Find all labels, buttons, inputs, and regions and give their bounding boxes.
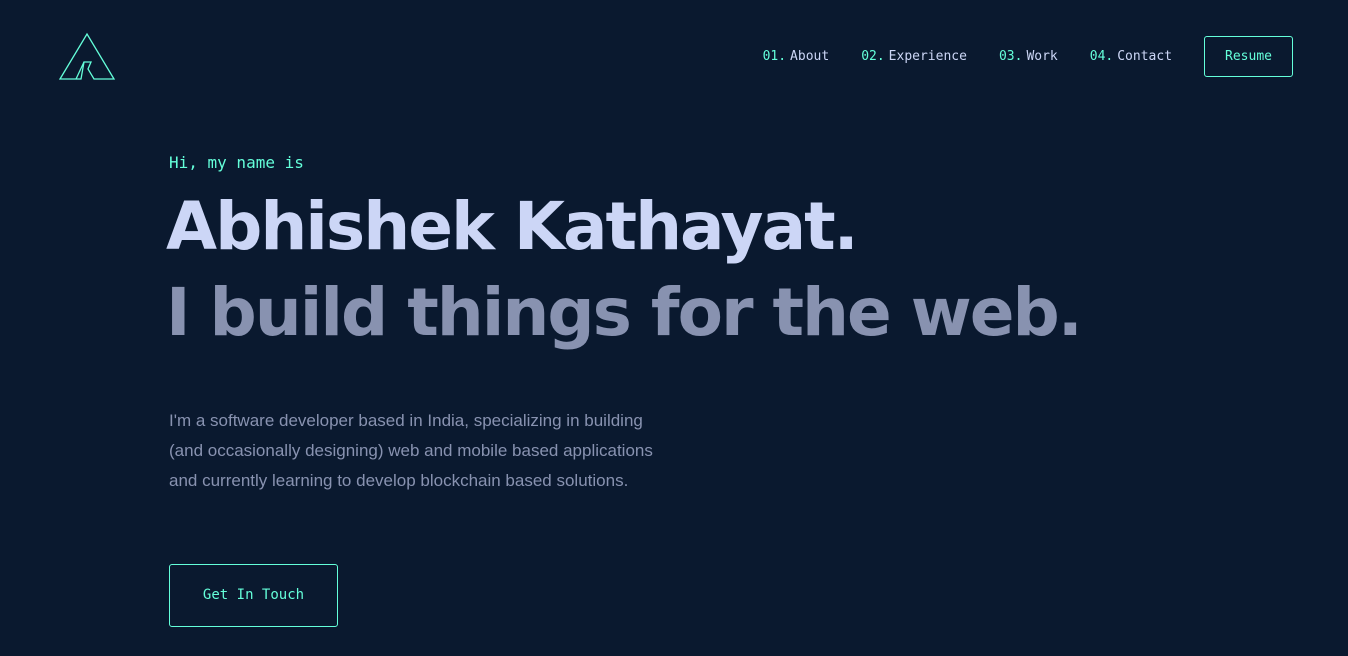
nav-item-work[interactable]: 03. Work	[999, 49, 1058, 64]
hero-bio-line: (and occasionally designing) web and mob…	[169, 441, 653, 460]
a-monogram-logo-icon	[58, 32, 116, 80]
nav-item-contact[interactable]: 04. Contact	[1090, 49, 1172, 64]
nav-item-number: 03.	[998, 49, 1023, 64]
nav-item-experience[interactable]: 02. Experience	[861, 49, 967, 64]
nav-item-number: 04.	[1089, 49, 1114, 64]
hero-bio-line: and currently learning to develop blockc…	[169, 471, 629, 490]
nav-item-label: Contact	[1117, 49, 1173, 64]
get-in-touch-button[interactable]: Get In Touch	[169, 564, 338, 627]
hero-section: Hi, my name is Abhishek Kathayat. I buil…	[166, 150, 1083, 627]
hero-greeting: Hi, my name is	[169, 153, 304, 172]
nav-item-number: 01.	[762, 49, 787, 64]
hero-name: Abhishek Kathayat.	[166, 188, 859, 265]
nav-item-label: Work	[1026, 49, 1058, 64]
hero-bio: I'm a software developer based in India,…	[169, 406, 689, 496]
resume-button[interactable]: Resume	[1204, 36, 1293, 77]
hero-tagline: I build things for the web.	[166, 274, 1083, 351]
hero-bio-line: I'm a software developer based in India,…	[169, 411, 643, 430]
nav-item-label: About	[790, 49, 830, 64]
nav-item-number: 02.	[861, 49, 885, 64]
nav-item-label: Experience	[888, 49, 967, 64]
main-nav: 01. About 02. Experience 03. Work 04. Co…	[763, 36, 1293, 77]
nav-item-about[interactable]: 01. About	[763, 49, 830, 64]
logo-link[interactable]	[58, 32, 116, 82]
